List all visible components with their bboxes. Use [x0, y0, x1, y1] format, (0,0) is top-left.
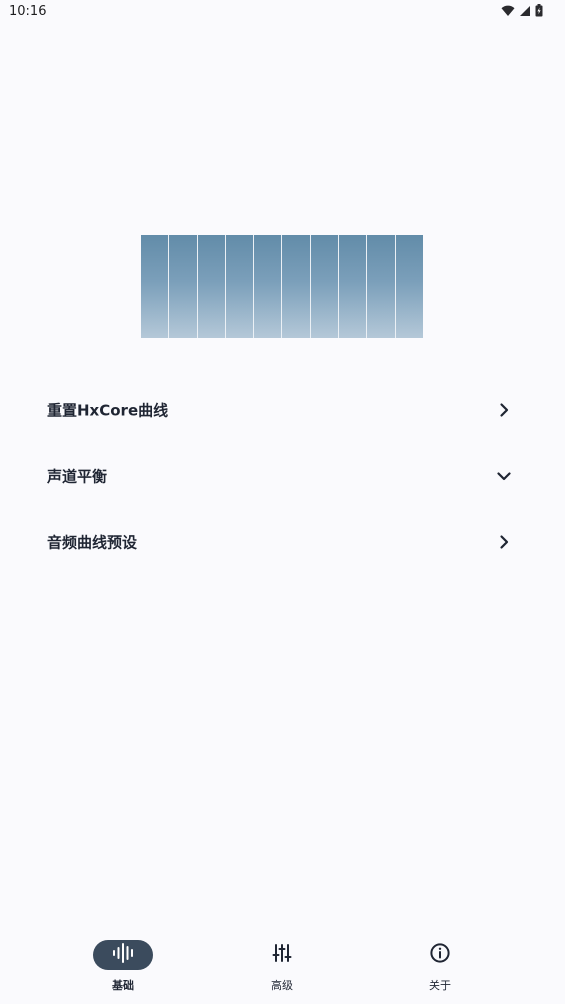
menu-item-reset-hxcore-curve[interactable]: 重置HxCore曲线 — [0, 377, 565, 443]
eq-band[interactable] — [310, 235, 340, 338]
eq-band[interactable] — [197, 235, 226, 338]
eq-band[interactable] — [141, 235, 170, 338]
nav-label-about: 关于 — [429, 979, 451, 992]
status-icons — [501, 4, 543, 17]
eq-band[interactable] — [395, 235, 423, 338]
menu-item-label: 重置HxCore曲线 — [47, 401, 169, 420]
waveform-icon — [111, 942, 135, 968]
nav-icon-container — [252, 940, 312, 970]
signal-icon — [519, 5, 531, 17]
eq-band[interactable] — [169, 235, 198, 338]
nav-active-indicator — [93, 940, 153, 970]
nav-label-basic: 基础 — [112, 979, 134, 992]
status-time: 10:16 — [9, 4, 47, 19]
nav-item-basic[interactable]: 基础 — [63, 930, 183, 1004]
wifi-icon — [501, 5, 515, 17]
eq-band[interactable] — [282, 235, 311, 338]
nav-item-advanced[interactable]: 高级 — [222, 930, 342, 1004]
menu-item-label: 音频曲线预设 — [47, 533, 138, 552]
chevron-right-icon — [495, 533, 513, 551]
screen: 10:16 重置HxCore曲线 声道平衡 音频曲线预设 基础 高级 关于 — [0, 0, 565, 1004]
info-icon — [429, 942, 451, 968]
eq-band[interactable] — [225, 235, 255, 338]
status-bar: 10:16 — [0, 0, 565, 24]
chevron-right-icon — [495, 401, 513, 419]
menu-item-audio-curve-presets[interactable]: 音频曲线预设 — [0, 509, 565, 575]
eq-band[interactable] — [367, 235, 396, 338]
sliders-icon — [271, 942, 293, 968]
nav-label-advanced: 高级 — [271, 979, 293, 992]
menu-item-label: 声道平衡 — [47, 467, 108, 486]
nav-icon-container — [410, 940, 470, 970]
eq-band[interactable] — [254, 235, 283, 338]
bottom-navigation: 基础 高级 关于 — [0, 930, 565, 1004]
chevron-down-icon — [495, 467, 513, 485]
battery-icon — [535, 4, 543, 17]
equalizer-visual[interactable] — [141, 235, 423, 338]
nav-item-about[interactable]: 关于 — [380, 930, 500, 1004]
eq-band[interactable] — [339, 235, 368, 338]
menu-item-channel-balance[interactable]: 声道平衡 — [0, 443, 565, 509]
